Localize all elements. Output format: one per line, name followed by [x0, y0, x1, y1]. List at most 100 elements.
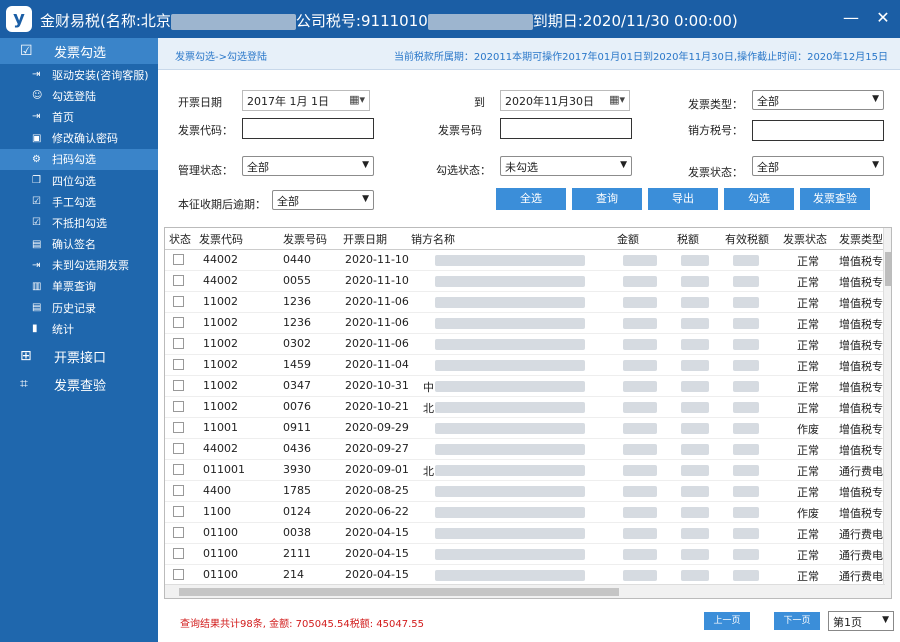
row-checkbox[interactable]: [173, 422, 184, 433]
cell-number: 1236: [283, 295, 311, 308]
cell-invoice-type: 增值税专: [839, 381, 883, 394]
calendar-icon[interactable]: ▦▾: [349, 93, 365, 106]
nav-scan-check[interactable]: ⚙ 扫码勾选: [0, 148, 158, 170]
nav-non-deduct-check[interactable]: ☑ 不抵扣勾选: [0, 212, 158, 233]
next-page-button[interactable]: 下一页: [774, 612, 820, 630]
nav-invoice-verify[interactable]: ⌗ 发票查验: [0, 371, 158, 397]
col-seller[interactable]: 销方名称: [411, 231, 455, 247]
col-amount[interactable]: 金额: [617, 231, 639, 247]
table-row[interactable]: 44002 0440 2020-11-10 正常 增值税专: [165, 250, 885, 271]
table-row[interactable]: 01100 2111 2020-04-15 正常 通行费电: [165, 544, 885, 565]
row-checkbox[interactable]: [173, 506, 184, 517]
row-checkbox[interactable]: [173, 485, 184, 496]
cell-invoice-type: 通行费电: [839, 528, 883, 541]
check-status-select[interactable]: 未勾选 ▼: [500, 156, 632, 176]
col-number[interactable]: 发票号码: [283, 231, 327, 247]
seller-tax-input[interactable]: [752, 120, 884, 141]
row-checkbox[interactable]: [173, 254, 184, 265]
nav-check-login[interactable]: ☺ 勾选登陆: [0, 85, 158, 106]
cell-date: 2020-11-06: [345, 316, 409, 329]
vertical-scrollbar[interactable]: [883, 228, 891, 598]
minimize-button[interactable]: —: [840, 7, 862, 29]
horizontal-scrollbar[interactable]: [165, 584, 885, 598]
nav-manual-check[interactable]: ☑ 手工勾选: [0, 191, 158, 212]
dropdown-arrow-icon: ▼: [882, 615, 889, 625]
verify-button[interactable]: 发票查验: [800, 188, 870, 210]
table-row[interactable]: 011001 3930 2020-09-01 北 正常 通行费电: [165, 460, 885, 481]
nav-invoice-check[interactable]: ☑ 发票勾选: [0, 38, 158, 64]
row-checkbox[interactable]: [173, 443, 184, 454]
col-valid-tax[interactable]: 有效税额: [725, 231, 769, 247]
invoice-no-input[interactable]: [500, 118, 632, 139]
invoice-code-input[interactable]: [242, 118, 374, 139]
breadcrumb[interactable]: 发票勾选->勾选登陆: [175, 48, 267, 63]
nav-driver-install[interactable]: ⇥ 驱动安装(咨询客服): [0, 64, 158, 85]
nav-single-query[interactable]: ▥ 单票查询: [0, 276, 158, 297]
query-button[interactable]: 查询: [572, 188, 642, 210]
table-row[interactable]: 11002 1236 2020-11-06 正常 增值税专: [165, 292, 885, 313]
row-checkbox[interactable]: [173, 338, 184, 349]
invoice-status-select[interactable]: 全部 ▼: [752, 156, 884, 176]
redacted-block: [681, 297, 709, 308]
check-button[interactable]: 勾选: [724, 188, 794, 210]
nav-four-digit-check[interactable]: ❐ 四位勾选: [0, 170, 158, 191]
row-checkbox[interactable]: [173, 464, 184, 475]
row-checkbox[interactable]: [173, 380, 184, 391]
col-tax[interactable]: 税额: [677, 231, 699, 247]
row-checkbox[interactable]: [173, 359, 184, 370]
select-all-button[interactable]: 全选: [496, 188, 566, 210]
cell-invoice-type: 增值税专: [839, 255, 883, 268]
table-row[interactable]: 1100 0124 2020-06-22 作废 增值税专: [165, 502, 885, 523]
table-row[interactable]: 11002 1459 2020-11-04 正常 增值税专: [165, 355, 885, 376]
row-checkbox[interactable]: [173, 401, 184, 412]
calendar-icon[interactable]: ▦▾: [609, 93, 625, 106]
table-row[interactable]: 11002 1236 2020-11-06 正常 增值税专: [165, 313, 885, 334]
close-button[interactable]: ✕: [872, 7, 894, 29]
col-invoice-type[interactable]: 发票类型: [839, 231, 883, 247]
col-code[interactable]: 发票代码: [199, 231, 243, 247]
nav-change-password[interactable]: ▣ 修改确认密码: [0, 128, 158, 149]
table-row[interactable]: 11001 0911 2020-09-29 作废 增值税专: [165, 418, 885, 439]
cell-code: 4400: [203, 484, 231, 497]
start-date-picker[interactable]: 2017年 1月 1日 ▦▾: [242, 90, 370, 111]
col-invoice-status[interactable]: 发票状态: [783, 231, 827, 247]
cell-code: 44002: [203, 274, 238, 287]
table-row[interactable]: 44002 0436 2020-09-27 正常 增值税专: [165, 439, 885, 460]
nav-statistics[interactable]: ▮ 统计: [0, 318, 158, 339]
export-button[interactable]: 导出: [648, 188, 718, 210]
row-checkbox[interactable]: [173, 275, 184, 286]
redacted-block: [435, 423, 585, 434]
table-row[interactable]: 01100 214 2020-04-15 正常 通行费电: [165, 565, 885, 586]
cell-code: 01100: [203, 568, 238, 581]
cell-seller: 中: [423, 381, 434, 394]
row-checkbox[interactable]: [173, 548, 184, 559]
row-checkbox[interactable]: [173, 569, 184, 580]
nav-not-due-invoices[interactable]: ⇥ 未到勾选期发票: [0, 255, 158, 276]
nav-home[interactable]: ⇥ 首页: [0, 106, 158, 127]
nav-invoice-interface[interactable]: ⊞ 开票接口: [0, 343, 158, 369]
scroll-thumb[interactable]: [179, 588, 619, 596]
prev-page-button[interactable]: 上一页: [704, 612, 750, 630]
nav-confirm-sign[interactable]: ▤ 确认签名: [0, 234, 158, 255]
redacted-block: [733, 402, 759, 413]
scroll-thumb[interactable]: [885, 252, 891, 286]
table-row[interactable]: 4400 1785 2020-08-25 正常 增值税专: [165, 481, 885, 502]
end-date-picker[interactable]: 2020年11月30日 ▦▾: [500, 90, 630, 111]
row-checkbox[interactable]: [173, 317, 184, 328]
nav-history[interactable]: ▤ 历史记录: [0, 297, 158, 318]
document-icon: ▤: [32, 302, 42, 314]
cell-date: 2020-09-29: [345, 421, 409, 434]
col-status[interactable]: 状态: [169, 231, 191, 247]
row-checkbox[interactable]: [173, 296, 184, 307]
table-row[interactable]: 11002 0347 2020-10-31 中 正常 增值税专: [165, 376, 885, 397]
mgmt-status-select[interactable]: 全部 ▼: [242, 156, 374, 176]
invoice-type-select[interactable]: 全部 ▼: [752, 90, 884, 110]
table-row[interactable]: 11002 0076 2020-10-21 北 正常 增值税专: [165, 397, 885, 418]
table-row[interactable]: 11002 0302 2020-11-06 正常 增值税专: [165, 334, 885, 355]
col-date[interactable]: 开票日期: [343, 231, 387, 247]
table-row[interactable]: 01100 0038 2020-04-15 正常 通行费电: [165, 523, 885, 544]
table-row[interactable]: 44002 0055 2020-11-10 正常 增值税专: [165, 271, 885, 292]
row-checkbox[interactable]: [173, 527, 184, 538]
overdue-select[interactable]: 全部 ▼: [272, 190, 374, 210]
page-select[interactable]: 第1页 ▼: [828, 611, 894, 631]
